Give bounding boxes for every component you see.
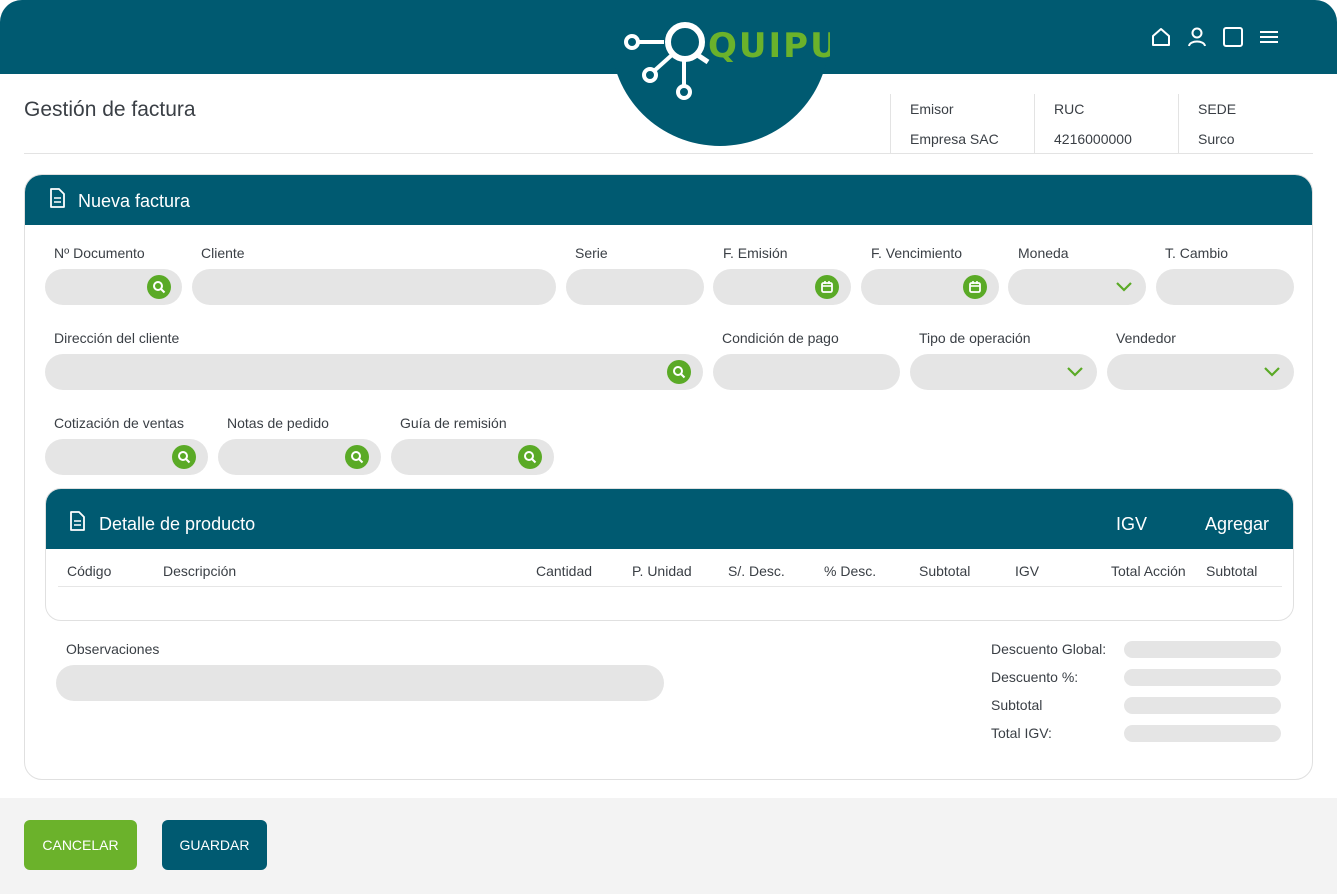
card-header: Nueva factura bbox=[25, 175, 1312, 225]
calendar-icon[interactable] bbox=[815, 275, 839, 299]
emisor-value: Empresa SAC bbox=[910, 131, 999, 147]
page-title: Gestión de factura bbox=[24, 98, 196, 121]
condicion-pago-field[interactable] bbox=[713, 354, 900, 390]
vendedor-select[interactable] bbox=[1107, 354, 1294, 390]
page-header: Gestión de factura Emisor Empresa SAC RU… bbox=[24, 90, 1313, 154]
calendar-icon[interactable] bbox=[963, 275, 987, 299]
tipo-operacion-label: Tipo de operación bbox=[919, 330, 1031, 346]
card-title: Nueva factura bbox=[78, 191, 191, 211]
emisor-info: Emisor Empresa SAC bbox=[890, 94, 1034, 154]
ruc-value: 4216000000 bbox=[1054, 131, 1132, 147]
cancel-button[interactable]: CANCELAR bbox=[24, 820, 137, 870]
chevron-down-icon bbox=[1116, 282, 1132, 292]
cliente-label: Cliente bbox=[201, 245, 245, 261]
home-icon[interactable] bbox=[1151, 26, 1171, 48]
descuento-global-label: Descuento Global: bbox=[991, 641, 1107, 657]
col-p-unidad: P. Unidad bbox=[632, 563, 692, 579]
notas-pedido-label: Notas de pedido bbox=[227, 415, 329, 431]
tipo-operacion-select[interactable] bbox=[910, 354, 1097, 390]
subtotal-label: Subtotal bbox=[991, 697, 1043, 713]
col-subtotal-2: Subtotal bbox=[1206, 563, 1258, 579]
cotizacion-label: Cotización de ventas bbox=[54, 415, 184, 431]
chevron-down-icon bbox=[1067, 367, 1083, 377]
f-vencimiento-field[interactable] bbox=[861, 269, 999, 305]
f-vencimiento-label: F. Vencimiento bbox=[871, 245, 963, 261]
col-total-accion: Total Acción bbox=[1111, 563, 1186, 579]
descuento-pct-label: Descuento %: bbox=[991, 669, 1079, 685]
vendedor-label: Vendedor bbox=[1116, 330, 1176, 346]
total-igv-field[interactable] bbox=[1124, 725, 1281, 742]
search-icon[interactable] bbox=[667, 360, 691, 384]
direccion-label: Dirección del cliente bbox=[54, 330, 180, 346]
brand-name: QUIPU bbox=[708, 26, 830, 66]
cotizacion-field[interactable] bbox=[45, 439, 208, 475]
window-icon[interactable] bbox=[1223, 26, 1243, 48]
sede-value: Surco bbox=[1198, 131, 1235, 147]
footer-bar: CANCELAR GUARDAR bbox=[0, 798, 1337, 894]
invoice-card: Nueva factura Nº Documento Cliente Serie… bbox=[24, 174, 1313, 780]
search-icon[interactable] bbox=[345, 445, 369, 469]
f-emision-field[interactable] bbox=[713, 269, 851, 305]
observaciones-field[interactable] bbox=[56, 665, 664, 701]
igv-toggle[interactable]: IGV bbox=[1116, 514, 1147, 535]
num-doc-field[interactable] bbox=[45, 269, 182, 305]
product-detail-panel: Detalle de producto IGV Agregar Código D… bbox=[45, 488, 1294, 621]
moneda-select[interactable] bbox=[1008, 269, 1146, 305]
guia-remision-label: Guía de remisión bbox=[400, 415, 507, 431]
descuento-global-field[interactable] bbox=[1124, 641, 1281, 658]
col-descripcion: Descripción bbox=[163, 563, 237, 579]
col-cantidad: Cantidad bbox=[536, 563, 593, 579]
document-icon bbox=[50, 188, 65, 208]
search-icon[interactable] bbox=[518, 445, 542, 469]
moneda-label: Moneda bbox=[1018, 245, 1069, 261]
table-divider bbox=[58, 586, 1282, 587]
document-icon bbox=[70, 511, 85, 531]
user-icon[interactable] bbox=[1187, 26, 1207, 48]
sede-info: SEDE Surco bbox=[1178, 94, 1313, 154]
total-igv-label: Total IGV: bbox=[991, 725, 1052, 741]
ruc-info: RUC 4216000000 bbox=[1034, 94, 1178, 154]
product-detail-header: Detalle de producto IGV Agregar bbox=[46, 489, 1293, 549]
serie-field[interactable] bbox=[566, 269, 704, 305]
menu-icon[interactable] bbox=[1259, 26, 1279, 48]
top-icons bbox=[1151, 26, 1279, 48]
f-emision-label: F. Emisión bbox=[723, 245, 788, 261]
col-codigo: Código bbox=[67, 563, 112, 579]
save-button[interactable]: GUARDAR bbox=[162, 820, 267, 870]
search-icon[interactable] bbox=[147, 275, 171, 299]
t-cambio-label: T. Cambio bbox=[1165, 245, 1229, 261]
direccion-field[interactable] bbox=[45, 354, 703, 390]
emisor-label: Emisor bbox=[910, 101, 954, 117]
descuento-pct-field[interactable] bbox=[1124, 669, 1281, 686]
cliente-field[interactable] bbox=[192, 269, 556, 305]
t-cambio-field[interactable] bbox=[1156, 269, 1294, 305]
col-s-desc: S/. Desc. bbox=[728, 563, 785, 579]
guia-remision-field[interactable] bbox=[391, 439, 554, 475]
sede-label: SEDE bbox=[1198, 101, 1237, 117]
num-doc-label: Nº Documento bbox=[54, 245, 145, 261]
subtotal-field[interactable] bbox=[1124, 697, 1281, 714]
product-detail-title: Detalle de producto bbox=[99, 514, 256, 534]
condicion-pago-label: Condición de pago bbox=[722, 330, 839, 346]
notas-pedido-field[interactable] bbox=[218, 439, 381, 475]
add-product-button[interactable]: Agregar bbox=[1205, 514, 1269, 535]
search-icon[interactable] bbox=[172, 445, 196, 469]
col-pct-desc: % Desc. bbox=[824, 563, 877, 579]
observaciones-label: Observaciones bbox=[66, 641, 160, 657]
col-subtotal: Subtotal bbox=[919, 563, 971, 579]
serie-label: Serie bbox=[575, 245, 608, 261]
chevron-down-icon bbox=[1264, 367, 1280, 377]
col-igv: IGV bbox=[1015, 563, 1040, 579]
ruc-label: RUC bbox=[1054, 101, 1085, 117]
